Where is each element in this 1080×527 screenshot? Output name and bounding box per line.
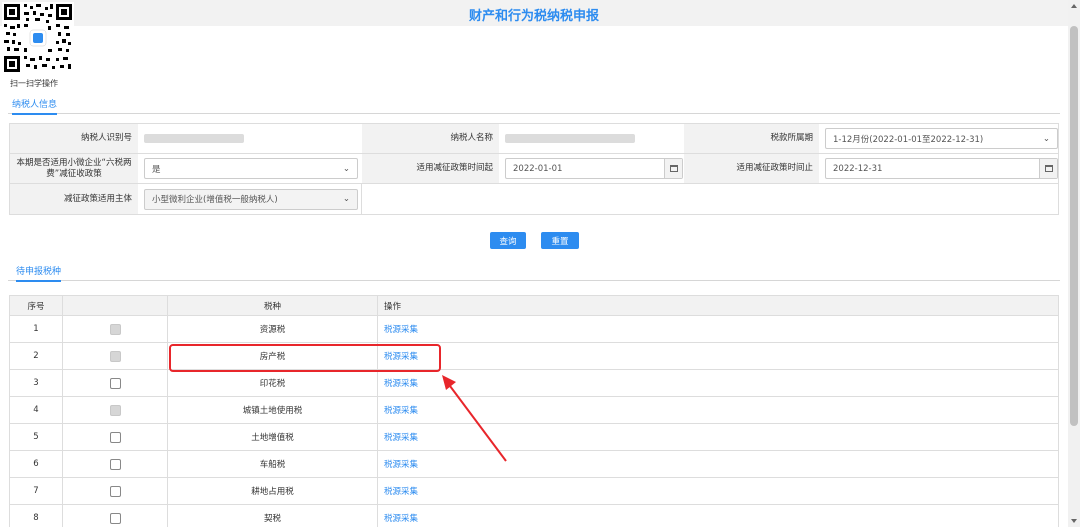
red-arrow bbox=[449, 385, 507, 462]
scroll-thumb[interactable] bbox=[1070, 26, 1078, 426]
red-arrow-head bbox=[442, 375, 456, 390]
annotation-arrow-layer bbox=[442, 375, 507, 462]
scroll-up-icon[interactable] bbox=[1071, 4, 1077, 8]
scroll-down-icon[interactable] bbox=[1071, 519, 1077, 523]
vertical-scrollbar[interactable] bbox=[1068, 0, 1080, 527]
